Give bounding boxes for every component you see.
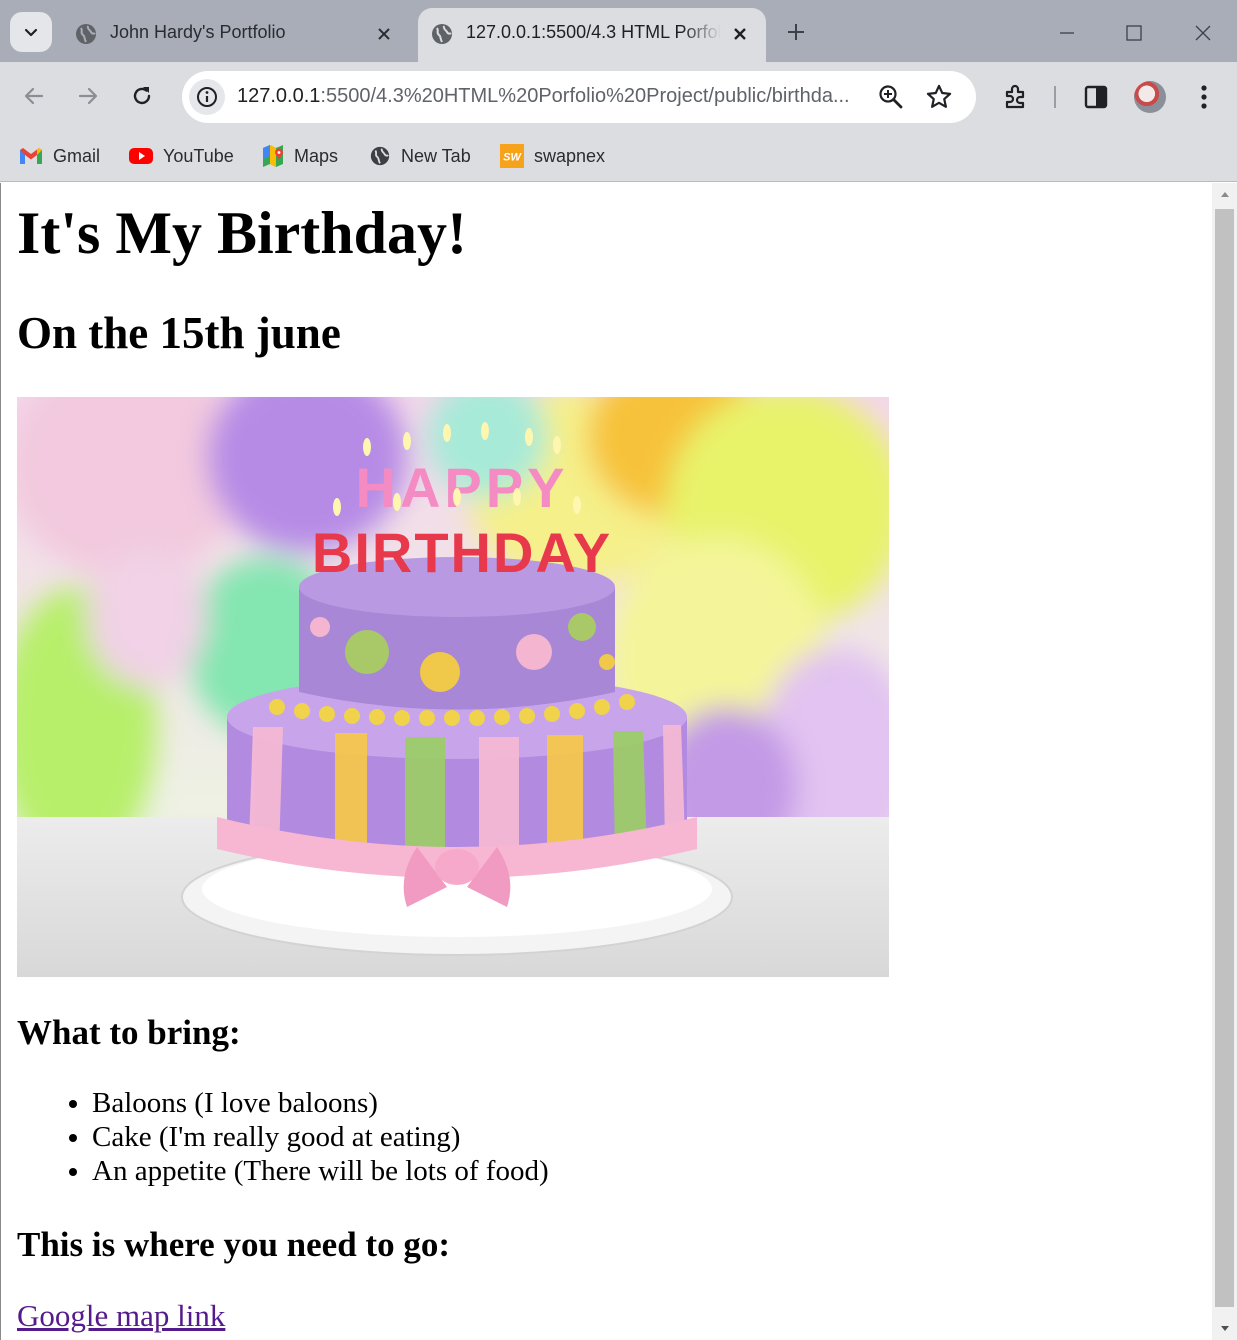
close-tab-icon[interactable] bbox=[372, 22, 396, 46]
directions-heading: This is where you need to go: bbox=[17, 1225, 450, 1264]
chevron-down-icon bbox=[24, 28, 38, 37]
birthday-cake-image: HAPPY BIRTHDAY bbox=[17, 397, 889, 977]
forward-button[interactable] bbox=[72, 80, 104, 112]
scroll-up-button[interactable] bbox=[1212, 183, 1237, 205]
minimize-icon bbox=[1060, 32, 1074, 34]
vertical-scrollbar[interactable] bbox=[1212, 183, 1237, 1340]
list-item: An appetite (There will be lots of food) bbox=[92, 1154, 549, 1188]
gmail-icon bbox=[20, 148, 42, 164]
profile-avatar[interactable] bbox=[1134, 81, 1166, 113]
globe-icon bbox=[76, 24, 96, 44]
extensions-button[interactable] bbox=[1000, 81, 1032, 113]
maximize-icon bbox=[1126, 25, 1142, 41]
globe-icon bbox=[432, 24, 452, 44]
close-icon bbox=[1195, 25, 1211, 41]
tab-strip: John Hardy's Portfolio 127.0.0.1:5500/4.… bbox=[0, 0, 1237, 62]
scroll-down-button[interactable] bbox=[1212, 1318, 1237, 1340]
toolbar-divider bbox=[1054, 86, 1056, 108]
bookmark-label: swapnex bbox=[534, 145, 606, 166]
kebab-menu-icon bbox=[1201, 85, 1207, 109]
close-tab-icon[interactable] bbox=[728, 22, 752, 46]
url-text[interactable]: 127.0.0.1:5500/4.3%20HTML%20Porfolio%20P… bbox=[237, 85, 877, 108]
browser-toolbar: 127.0.0.1:5500/4.3%20HTML%20Porfolio%20P… bbox=[0, 62, 1237, 132]
site-info-button[interactable] bbox=[189, 79, 225, 115]
bookmark-new-tab[interactable]: New Tab bbox=[369, 140, 471, 172]
maps-icon bbox=[263, 145, 283, 167]
side-panel-button[interactable] bbox=[1080, 81, 1112, 113]
close-window-button[interactable] bbox=[1188, 18, 1218, 48]
svg-text:SW: SW bbox=[503, 152, 522, 164]
list-item: Baloons (I love baloons) bbox=[92, 1086, 549, 1120]
page-title: It's My Birthday! bbox=[17, 200, 467, 266]
youtube-icon bbox=[129, 148, 153, 164]
bookmarks-bar: Gmail YouTube Maps New Tab SW swapnex bbox=[0, 132, 1237, 182]
arrow-left-icon bbox=[24, 87, 44, 105]
bookmark-star-icon[interactable] bbox=[925, 83, 953, 111]
bring-heading: What to bring: bbox=[17, 1013, 241, 1052]
new-tab-button[interactable] bbox=[782, 18, 810, 46]
bookmark-label: Gmail bbox=[53, 145, 101, 166]
tab-search-button[interactable] bbox=[10, 12, 52, 52]
bring-list: Baloons (I love baloons) Cake (I'm reall… bbox=[17, 1086, 549, 1188]
side-panel-icon bbox=[1084, 85, 1108, 109]
plus-icon bbox=[788, 24, 804, 40]
triangle-down-icon bbox=[1220, 1326, 1229, 1331]
tab-birthday[interactable]: 127.0.0.1:5500/4.3 HTML Porfolio Project… bbox=[418, 8, 766, 62]
tab-portfolio[interactable]: John Hardy's Portfolio bbox=[62, 8, 410, 62]
list-item: Cake (I'm really good at eating) bbox=[92, 1120, 549, 1154]
globe-icon bbox=[370, 146, 390, 166]
google-map-link[interactable]: Google map link bbox=[17, 1298, 225, 1334]
swapnex-icon: SW bbox=[500, 144, 524, 168]
browser-menu-button[interactable] bbox=[1188, 81, 1220, 113]
bookmark-label: Maps bbox=[294, 145, 339, 166]
bookmark-label: New Tab bbox=[401, 145, 471, 166]
zoom-icon[interactable] bbox=[878, 84, 904, 110]
minimize-button[interactable] bbox=[1052, 18, 1082, 48]
bookmark-gmail[interactable]: Gmail bbox=[19, 140, 100, 172]
arrow-right-icon bbox=[78, 87, 98, 105]
cake-candles-birthday: BIRTHDAY bbox=[312, 521, 612, 584]
bookmark-maps[interactable]: Maps bbox=[262, 140, 338, 172]
address-bar[interactable]: 127.0.0.1:5500/4.3%20HTML%20Porfolio%20P… bbox=[182, 71, 976, 123]
scrollbar-thumb[interactable] bbox=[1215, 209, 1234, 1307]
tab-title: 127.0.0.1:5500/4.3 HTML Porfolio Project… bbox=[466, 22, 721, 42]
bookmark-youtube[interactable]: YouTube bbox=[129, 140, 234, 172]
page-subtitle: On the 15th june bbox=[17, 308, 341, 358]
back-button[interactable] bbox=[18, 80, 50, 112]
info-icon bbox=[197, 87, 217, 107]
page-viewport: It's My Birthday! On the 15th june HAPPY… bbox=[0, 183, 1212, 1340]
cake-candles-happy: HAPPY bbox=[356, 456, 569, 519]
tab-title: John Hardy's Portfolio bbox=[110, 22, 286, 42]
reload-icon bbox=[133, 87, 151, 105]
reload-button[interactable] bbox=[126, 80, 158, 112]
maximize-button[interactable] bbox=[1119, 18, 1149, 48]
puzzle-icon bbox=[1005, 84, 1025, 109]
triangle-up-icon bbox=[1220, 192, 1229, 197]
bookmark-swapnex[interactable]: SW swapnex bbox=[500, 140, 605, 172]
bookmark-label: YouTube bbox=[163, 145, 234, 166]
